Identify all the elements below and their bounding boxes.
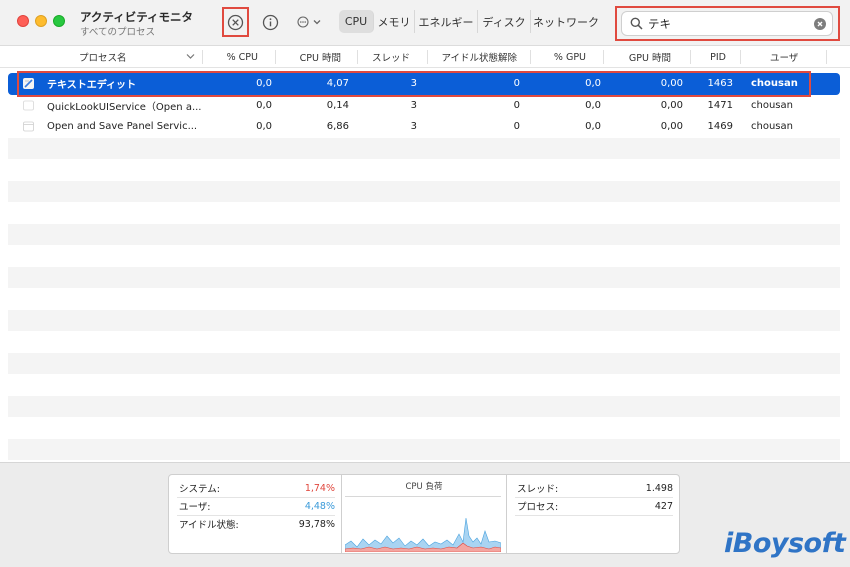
process-name: テキストエディット	[47, 80, 136, 92]
ellipsis-menu-icon	[297, 16, 321, 28]
cpu-value: 0,0	[256, 78, 272, 90]
empty-row	[8, 223, 840, 245]
zoom-window-button[interactable]	[53, 15, 65, 27]
gpu-time-value: 0,00	[660, 99, 683, 111]
idle-label: アイドル状態:	[179, 520, 239, 531]
user-label: ユーザ:	[179, 502, 211, 513]
column-pid[interactable]: PID	[690, 46, 726, 68]
threads-value: 3	[410, 99, 417, 111]
empty-row	[8, 352, 840, 374]
sort-chevron-icon	[186, 54, 195, 59]
clear-search-icon[interactable]	[814, 18, 826, 30]
table-row[interactable]: テキストエディット 0,0 4,07 3 0 0,0 0,00 1463 cho…	[8, 73, 840, 95]
tab-network[interactable]: ネットワーク	[531, 10, 601, 33]
cpu-load-title: CPU 負荷	[405, 482, 443, 492]
tab-energy[interactable]: エネルギー	[415, 10, 478, 33]
empty-row	[8, 137, 840, 159]
threads-label: スレッド:	[517, 484, 559, 495]
column-cpu[interactable]: % CPU	[202, 46, 258, 68]
window-title: アクティビティモニタ	[80, 10, 194, 24]
idle-stat: アイドル状態: 93,78%	[179, 516, 335, 532]
stop-process-button[interactable]	[222, 7, 249, 37]
table-row[interactable]: QuickLookUIService（Open a... 0,0 0,14 3 …	[8, 95, 840, 117]
process-name: Open and Save Panel Servic...	[47, 121, 198, 133]
column-process-name[interactable]: プロセス名	[79, 46, 127, 68]
user-value: chousan	[751, 78, 798, 90]
column-user[interactable]: ユーザ	[770, 46, 798, 68]
pid-value: 1469	[707, 121, 733, 133]
column-header: プロセス名 % CPU CPU 時間 スレッド アイドル状態解除 % GPU G…	[0, 46, 850, 68]
toolbar: アクティビティモニタ すべてのプロセス CPU メモリ エネルギー ディスク ネ…	[0, 0, 850, 46]
threads-value: 3	[410, 121, 417, 133]
empty-row	[8, 266, 840, 288]
textedit-app-icon	[23, 78, 34, 89]
column-gpu[interactable]: % GPU	[530, 46, 586, 68]
window-subtitle: すべてのプロセス	[80, 27, 155, 38]
more-actions-button[interactable]	[293, 11, 327, 33]
empty-row	[8, 438, 840, 460]
system-label: システム:	[179, 484, 220, 495]
activity-monitor-window: アクティビティモニタ すべてのプロセス CPU メモリ エネルギー ディスク ネ…	[0, 0, 850, 567]
threads-value: 3	[410, 78, 417, 90]
tab-disk[interactable]: ディスク	[478, 10, 531, 33]
cpu-load-graph	[345, 496, 501, 552]
processes-stat: プロセス: 427	[517, 498, 673, 514]
column-cpu-time[interactable]: CPU 時間	[275, 46, 341, 68]
processes-value: 427	[654, 500, 673, 512]
cpu-summary-bar: システム: 1,74% ユーザ: 4,48% アイドル状態: 93,78% CP…	[0, 462, 850, 567]
gpu-value: 0,0	[585, 99, 601, 111]
column-threads[interactable]: スレッド	[357, 46, 410, 68]
user-stat: ユーザ: 4,48%	[179, 498, 335, 514]
empty-row	[8, 395, 840, 417]
iboysoft-watermark: iBoysoft	[724, 528, 846, 559]
process-count-panel: スレッド: 1.498 プロセス: 427	[506, 474, 680, 554]
search-highlight	[615, 6, 840, 41]
cpu-value: 0,0	[256, 99, 272, 111]
stop-process-icon	[227, 14, 244, 30]
search-input[interactable]	[648, 16, 808, 31]
pid-value: 1471	[707, 99, 733, 111]
gpu-time-value: 0,00	[660, 121, 683, 133]
minimize-window-button[interactable]	[35, 15, 47, 27]
system-stat: システム: 1,74%	[179, 480, 335, 496]
process-table: テキストエディット 0,0 4,07 3 0 0,0 0,00 1463 cho…	[0, 68, 850, 462]
table-row[interactable]: Open and Save Panel Servic... 0,0 6,86 3…	[8, 116, 840, 138]
cpu-time-value: 4,07	[326, 78, 349, 90]
idle-wake-value: 0	[513, 99, 520, 111]
cpu-load-panel: CPU 負荷	[342, 474, 506, 554]
system-value: 1,74%	[304, 482, 335, 494]
process-placeholder-icon	[23, 100, 34, 110]
search-icon	[629, 17, 643, 31]
view-tabs: CPU メモリ エネルギー ディスク ネットワーク	[339, 10, 601, 33]
cpu-usage-panel: システム: 1,74% ユーザ: 4,48% アイドル状態: 93,78%	[168, 474, 342, 554]
process-name: QuickLookUIService（Open a...	[47, 101, 202, 113]
empty-row	[8, 180, 840, 202]
search-field[interactable]	[621, 11, 833, 36]
close-window-button[interactable]	[17, 15, 29, 27]
threads-stat: スレッド: 1.498	[517, 480, 673, 496]
tab-memory[interactable]: メモリ	[374, 10, 415, 33]
pid-value: 1463	[707, 78, 733, 90]
info-icon	[262, 14, 278, 30]
user-value: 4,48%	[304, 500, 335, 512]
column-gpu-time[interactable]: GPU 時間	[603, 46, 671, 68]
empty-row	[8, 309, 840, 331]
idle-wake-value: 0	[513, 78, 520, 90]
gpu-value: 0,0	[585, 121, 601, 133]
cpu-value: 0,0	[256, 121, 272, 133]
gpu-value: 0,0	[585, 78, 601, 90]
column-idle-wake[interactable]: アイドル状態解除	[427, 46, 517, 68]
cpu-time-value: 0,14	[326, 99, 349, 111]
cpu-time-value: 6,86	[326, 121, 349, 133]
inspect-process-button[interactable]	[258, 10, 282, 34]
user-value: chousan	[751, 121, 793, 133]
idle-value: 93,78%	[298, 518, 335, 530]
process-placeholder-icon	[23, 121, 34, 132]
user-value: chousan	[751, 99, 793, 111]
idle-wake-value: 0	[513, 121, 520, 133]
processes-label: プロセス:	[517, 502, 559, 513]
threads-value: 1.498	[645, 482, 673, 494]
tab-cpu[interactable]: CPU	[339, 10, 374, 33]
gpu-time-value: 0,00	[660, 78, 683, 90]
